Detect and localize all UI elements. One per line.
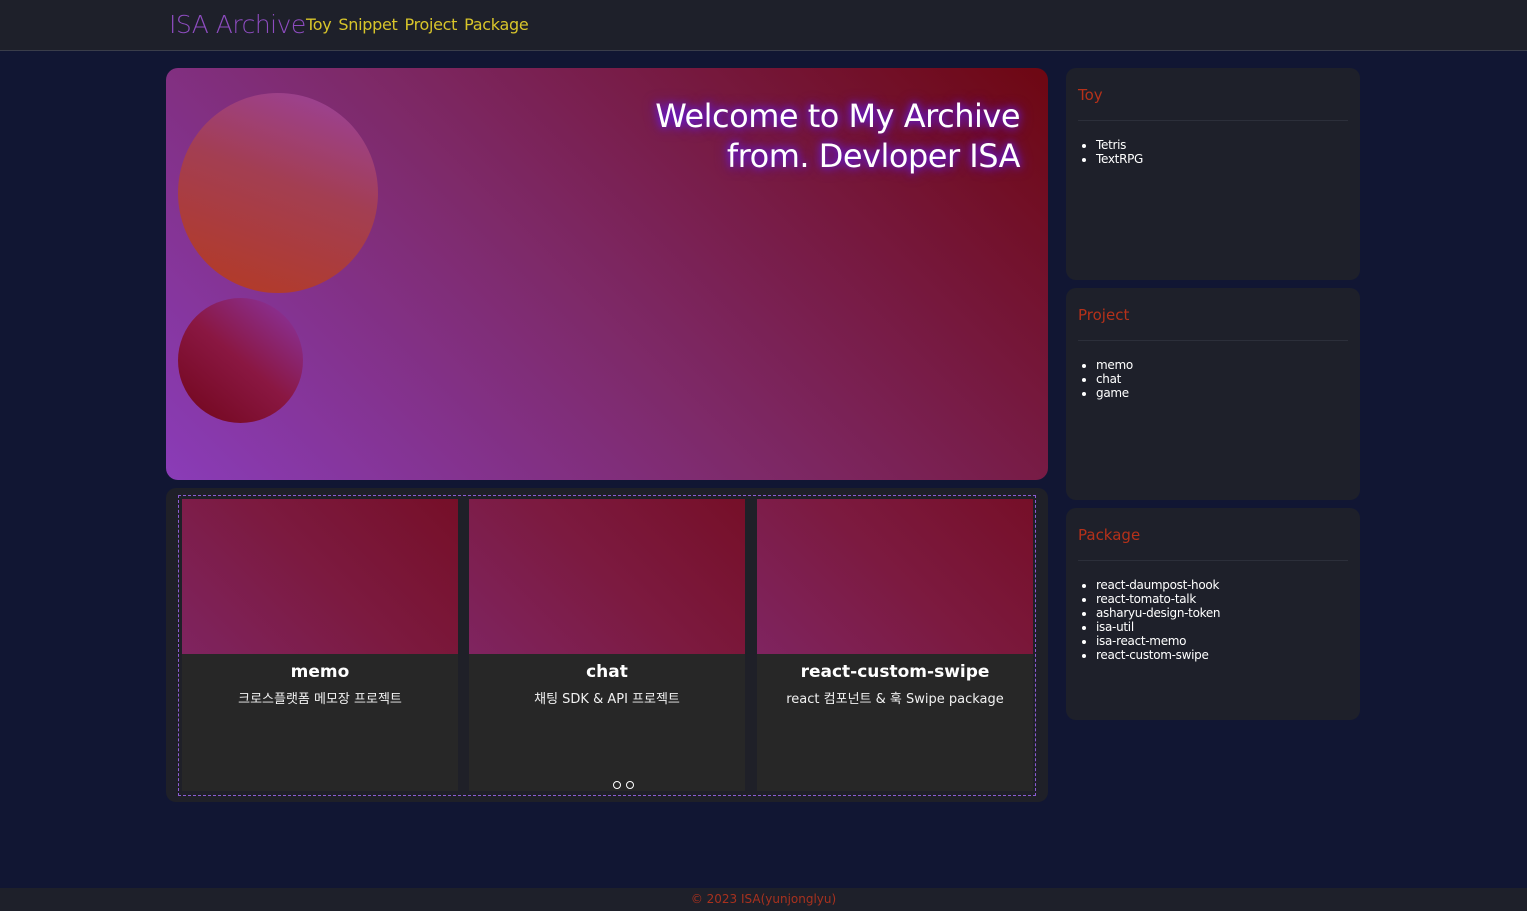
list-item[interactable]: asharyu-design-token: [1096, 606, 1221, 620]
card-title: memo: [290, 662, 350, 682]
sidebar-section-toy: Toy Tetris TextRPG: [1066, 68, 1360, 280]
list-item[interactable]: memo: [1096, 358, 1133, 372]
list-item[interactable]: isa-react-memo: [1096, 634, 1220, 648]
nav-snippet[interactable]: Snippet: [338, 15, 397, 34]
decorative-circle-small: [178, 298, 303, 423]
main-nav: Toy Snippet Project Package: [306, 15, 529, 34]
sidebar-section-project: Project memo chat game: [1066, 288, 1360, 500]
section-divider: [1078, 120, 1348, 121]
card-description: 크로스플랫폼 메모장 프로젝트: [238, 692, 402, 707]
copyright-text: © 2023 ISA(yunjonglyu): [690, 892, 837, 906]
list-item[interactable]: TextRPG: [1096, 152, 1143, 166]
pagination-dot[interactable]: [626, 781, 634, 789]
card-thumbnail: [182, 499, 458, 654]
project-card-chat[interactable]: chat 채팅 SDK & API 프로젝트: [469, 499, 745, 791]
card-title: react-custom-swipe: [800, 662, 990, 682]
card-thumbnail: [757, 499, 1033, 654]
page-footer: © 2023 ISA(yunjonglyu): [0, 888, 1527, 911]
list-item[interactable]: react-tomato-talk: [1096, 592, 1220, 606]
list-item[interactable]: chat: [1096, 372, 1133, 386]
section-list: react-daumpost-hook react-tomato-talk as…: [1096, 578, 1221, 662]
list-item[interactable]: react-daumpost-hook: [1096, 578, 1220, 592]
section-title[interactable]: Toy: [1078, 86, 1103, 104]
list-item[interactable]: Tetris: [1096, 138, 1143, 152]
section-title[interactable]: Project: [1078, 306, 1129, 324]
list-item[interactable]: game: [1096, 386, 1133, 400]
project-carousel: memo 크로스플랫폼 메모장 프로젝트 chat 채팅 SDK & API 프…: [166, 488, 1048, 802]
card-description: 채팅 SDK & API 프로젝트: [534, 692, 680, 707]
card-thumbnail: [469, 499, 745, 654]
nav-toy[interactable]: Toy: [306, 15, 332, 34]
card-title: chat: [586, 662, 628, 682]
project-card-react-custom-swipe[interactable]: react-custom-swipe react 컴포넌트 & 훅 Swipe …: [757, 499, 1033, 791]
hero-title-line-1: Welcome to My Archive: [655, 97, 1020, 135]
card-description: react 컴포넌트 & 훅 Swipe package: [786, 692, 1004, 707]
nav-package[interactable]: Package: [464, 15, 529, 34]
carousel-frame[interactable]: memo 크로스플랫폼 메모장 프로젝트 chat 채팅 SDK & API 프…: [178, 495, 1036, 796]
hero-title: Welcome to My Archive from. Devloper ISA: [655, 96, 1020, 176]
section-divider: [1078, 340, 1348, 341]
carousel-pagination: [613, 781, 634, 789]
hero-banner: Welcome to My Archive from. Devloper ISA: [166, 68, 1048, 480]
sidebar-section-package: Package react-daumpost-hook react-tomato…: [1066, 508, 1360, 720]
section-list: memo chat game: [1096, 358, 1133, 400]
section-title[interactable]: Package: [1078, 526, 1140, 544]
section-divider: [1078, 560, 1348, 561]
list-item[interactable]: isa-util: [1096, 620, 1220, 634]
list-item[interactable]: react-custom-swipe: [1096, 648, 1220, 662]
top-header: ISA Archive Toy Snippet Project Package: [0, 0, 1527, 51]
decorative-circle-large: [178, 93, 378, 293]
section-list: Tetris TextRPG: [1096, 138, 1143, 166]
nav-project[interactable]: Project: [405, 15, 458, 34]
pagination-dot[interactable]: [613, 781, 621, 789]
hero-title-line-2: from. Devloper ISA: [726, 137, 1021, 175]
project-card-memo[interactable]: memo 크로스플랫폼 메모장 프로젝트: [182, 499, 458, 791]
site-logo[interactable]: ISA Archive: [169, 10, 306, 39]
